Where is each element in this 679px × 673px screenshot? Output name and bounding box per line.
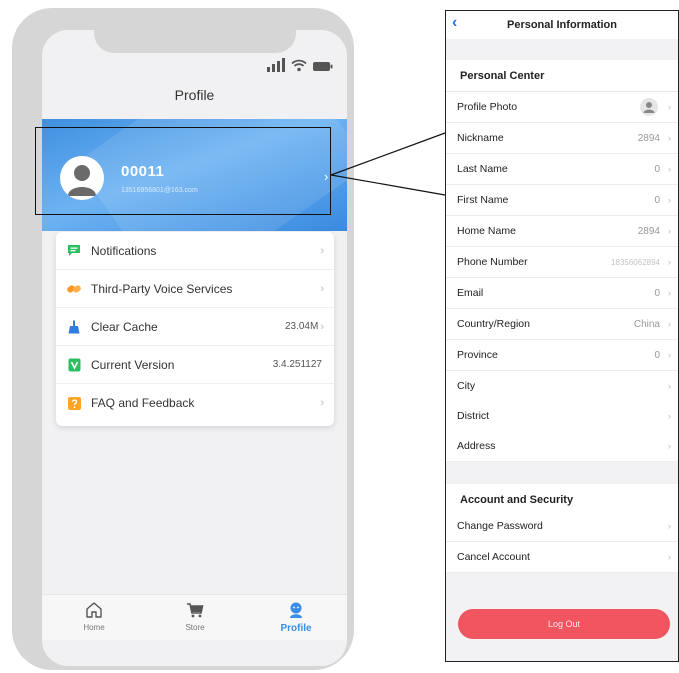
chevron-right-icon: › <box>668 257 671 267</box>
chevron-right-icon: › <box>668 102 671 112</box>
row-last-name[interactable]: Last Name 0 › <box>446 154 678 185</box>
row-value: 0 <box>654 287 660 299</box>
row-label: Email <box>457 287 484 299</box>
row-label: Country/Region <box>457 318 530 330</box>
row-label: Cancel Account <box>457 551 530 563</box>
row-value: 2894 <box>637 225 660 237</box>
personal-info-panel: ‹ Personal Information Personal Center P… <box>445 10 679 662</box>
row-label: Change Password <box>457 520 543 532</box>
row-value: 18356062894 <box>611 257 660 267</box>
stage: Profile 00011 13516956801@163.com › Noti… <box>0 0 679 673</box>
chevron-right-icon: › <box>668 350 671 360</box>
row-district[interactable]: District › <box>446 401 678 432</box>
row-value: 2894 <box>637 132 660 144</box>
chevron-right-icon: › <box>668 164 671 174</box>
panel-title: Personal Information <box>506 19 618 31</box>
row-label: Nickname <box>457 132 504 144</box>
row-label: Home Name <box>457 225 516 237</box>
section-title: Account and Security <box>460 494 574 506</box>
chevron-right-icon: › <box>668 195 671 205</box>
row-address[interactable]: Address › <box>446 431 678 462</box>
row-home-name[interactable]: Home Name 2894 › <box>446 216 678 247</box>
row-first-name[interactable]: First Name 0 › <box>446 185 678 216</box>
row-city[interactable]: City › <box>446 371 678 402</box>
row-profile-photo[interactable]: Profile Photo › <box>446 92 678 123</box>
row-province[interactable]: Province 0 › <box>446 340 678 371</box>
section-header-personal-center: Personal Center <box>446 60 678 92</box>
chevron-right-icon: › <box>668 133 671 143</box>
row-value: China <box>633 318 660 330</box>
row-value: 0 <box>654 194 660 206</box>
panel-header: ‹ Personal Information <box>446 11 678 39</box>
row-cancel-account[interactable]: Cancel Account › <box>446 542 678 573</box>
chevron-right-icon: › <box>668 319 671 329</box>
row-nickname[interactable]: Nickname 2894 › <box>446 123 678 154</box>
chevron-right-icon: › <box>668 288 671 298</box>
row-label: Province <box>457 349 498 361</box>
avatar <box>640 98 658 116</box>
row-label: Last Name <box>457 163 508 175</box>
row-label: City <box>457 380 476 392</box>
row-label: Profile Photo <box>457 101 518 113</box>
chevron-right-icon: › <box>668 411 671 421</box>
row-country-region[interactable]: Country/Region China › <box>446 309 678 340</box>
row-email[interactable]: Email 0 › <box>446 278 678 309</box>
row-value: 0 <box>654 349 660 361</box>
row-value: 0 <box>654 163 660 175</box>
chevron-right-icon: › <box>668 381 671 391</box>
logout-button[interactable]: Log Out <box>458 609 670 639</box>
section-title: Personal Center <box>460 70 545 82</box>
chevron-right-icon: › <box>668 552 671 562</box>
row-change-password[interactable]: Change Password › <box>446 511 678 542</box>
chevron-right-icon: › <box>668 521 671 531</box>
row-phone-number[interactable]: Phone Number 18356062894 › <box>446 247 678 278</box>
row-label: District <box>457 410 490 422</box>
chevron-right-icon: › <box>668 226 671 236</box>
chevron-right-icon: › <box>668 441 671 451</box>
row-label: First Name <box>457 194 509 206</box>
row-label: Phone Number <box>457 256 528 268</box>
row-label: Address <box>457 440 496 452</box>
